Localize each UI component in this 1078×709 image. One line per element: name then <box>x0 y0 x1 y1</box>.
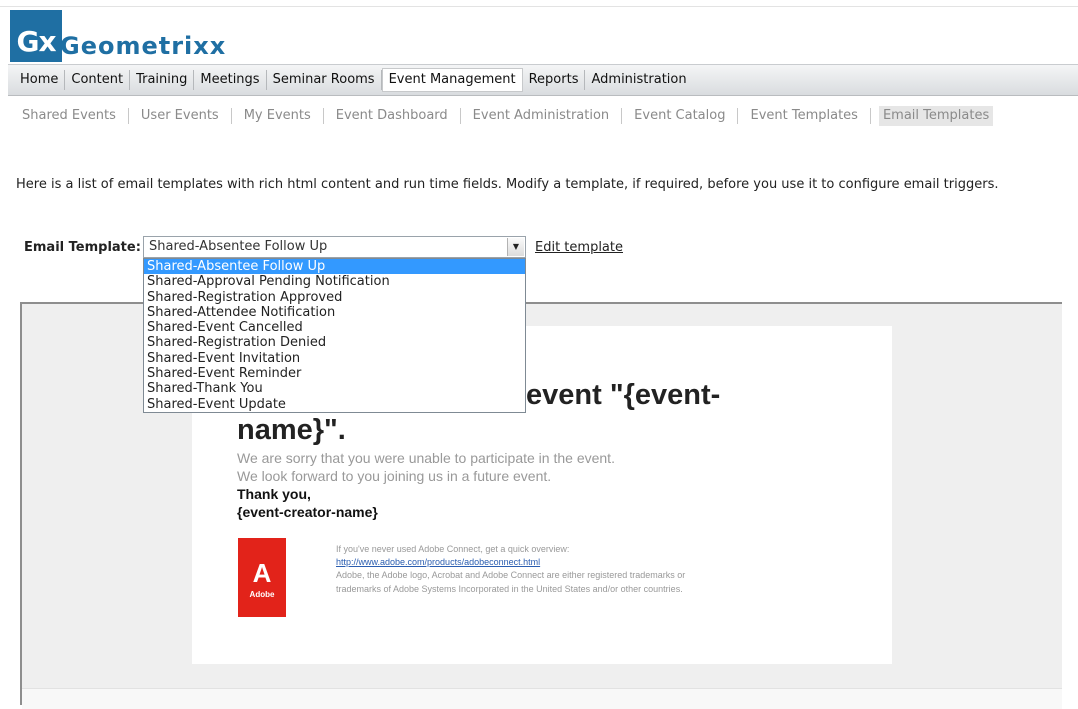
option-approval-pending-notification[interactable]: Shared-Approval Pending Notification <box>144 274 525 289</box>
email-template-selected-value: Shared-Absentee Follow Up <box>149 239 328 254</box>
logo-name: Geometrixx <box>60 32 227 60</box>
sub-nav-event-dashboard[interactable]: Event Dashboard <box>324 108 461 124</box>
sub-nav-event-administration[interactable]: Event Administration <box>461 108 623 124</box>
option-event-reminder[interactable]: Shared-Event Reminder <box>144 366 525 381</box>
email-template-label: Email Template: <box>24 240 141 255</box>
sub-nav-event-templates[interactable]: Event Templates <box>738 108 871 124</box>
sub-nav-shared-events[interactable]: Shared Events <box>16 108 129 124</box>
main-nav: Home Content Training Meetings Seminar R… <box>8 64 1078 96</box>
sub-nav-my-events[interactable]: My Events <box>232 108 324 124</box>
footer-line-3: Adobe, the Adobe logo, Acrobat and Adobe… <box>336 570 686 580</box>
sub-nav-user-events[interactable]: User Events <box>129 108 232 124</box>
main-nav-content[interactable]: Content <box>65 70 131 90</box>
option-event-invitation[interactable]: Shared-Event Invitation <box>144 351 525 366</box>
option-registration-denied[interactable]: Shared-Registration Denied <box>144 335 525 350</box>
sub-nav-email-templates[interactable]: Email Templates <box>878 106 994 126</box>
signoff: Thank you, <box>237 486 311 502</box>
signature: {event-creator-name} <box>237 504 378 520</box>
logo-mark: Gx <box>10 10 62 62</box>
top-divider <box>0 6 1078 7</box>
main-nav-event-management[interactable]: Event Management <box>381 68 523 92</box>
body-line-2: We look forward to you joining us in a f… <box>237 468 552 484</box>
option-event-update[interactable]: Shared-Event Update <box>144 397 525 412</box>
adobe-a-icon: A <box>252 558 272 588</box>
main-nav-seminar-rooms[interactable]: Seminar Rooms <box>267 70 382 90</box>
adobe-logo: A Adobe <box>238 538 286 617</box>
preview-bottom-strip <box>22 688 1062 709</box>
intro-text: Here is a list of email templates with r… <box>16 177 999 192</box>
headline-line-2: name}". <box>237 414 346 446</box>
footer-line-1: If you've never used Adobe Connect, get … <box>336 544 570 554</box>
edit-template-link[interactable]: Edit template <box>535 240 623 255</box>
footer-line-4: trademarks of Adobe Systems Incorporated… <box>336 584 683 594</box>
option-event-cancelled[interactable]: Shared-Event Cancelled <box>144 320 525 335</box>
body-line-1: We are sorry that you were unable to par… <box>237 450 615 466</box>
sub-nav-event-catalog[interactable]: Event Catalog <box>622 108 739 124</box>
main-nav-home[interactable]: Home <box>14 70 66 90</box>
footer-link-line: http://www.adobe.com/products/adobeconne… <box>336 557 540 567</box>
adobe-connect-link[interactable]: http://www.adobe.com/products/adobeconne… <box>336 557 540 567</box>
option-absentee-follow-up[interactable]: Shared-Absentee Follow Up <box>144 259 525 275</box>
email-template-select[interactable]: Shared-Absentee Follow Up ▼ <box>143 236 526 258</box>
adobe-logo-word: Adobe <box>249 590 275 599</box>
main-nav-meetings[interactable]: Meetings <box>194 70 267 90</box>
option-thank-you[interactable]: Shared-Thank You <box>144 381 525 396</box>
main-nav-training[interactable]: Training <box>130 70 195 90</box>
main-nav-administration[interactable]: Administration <box>585 70 692 90</box>
option-registration-approved[interactable]: Shared-Registration Approved <box>144 290 525 305</box>
option-attendee-notification[interactable]: Shared-Attendee Notification <box>144 305 525 320</box>
email-template-options: Shared-Absentee Follow Up Shared-Approva… <box>143 258 526 413</box>
dropdown-arrow-icon[interactable]: ▼ <box>507 238 524 256</box>
sub-nav: Shared Events User Events My Events Even… <box>16 106 994 126</box>
main-nav-reports[interactable]: Reports <box>523 70 586 90</box>
